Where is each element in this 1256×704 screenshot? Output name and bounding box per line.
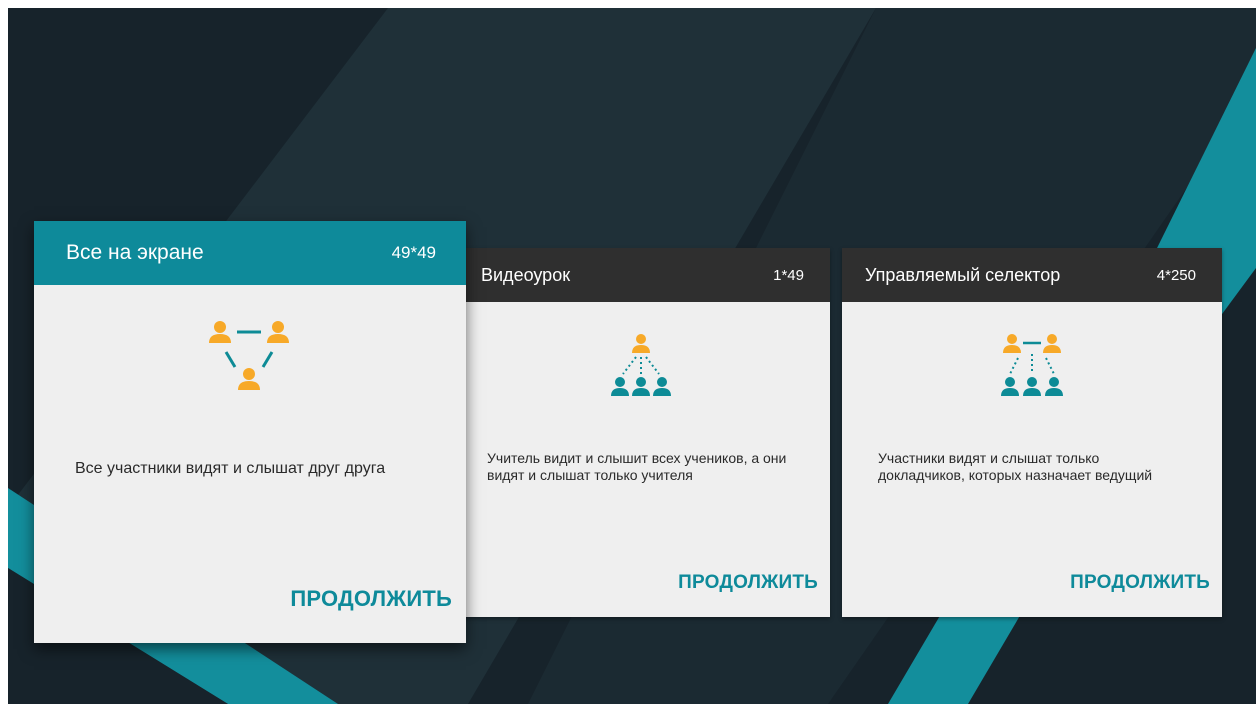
mode-card-all-on-screen[interactable]: Все на экране 49*49 Все участники видят … [34,221,466,643]
speakers-audience-icon [1001,334,1063,396]
card-title: Управляемый селектор [865,264,1061,285]
continue-button[interactable]: ПРОДОЛЖИТЬ [678,572,818,594]
continue-button[interactable]: ПРОДОЛЖИТЬ [1070,572,1210,594]
mode-card-managed-selector[interactable]: Управляемый селектор 4*250 Участники вид… [842,248,1222,617]
participant-count: 4*250 [1156,266,1196,284]
mode-description: Участники видят и слышат только докладчи… [878,450,1153,483]
card-header: Управляемый селектор 4*250 [842,248,1222,302]
card-title: Видеоурок [481,264,571,285]
mode-description: Все участники видят и слышат друг друга [75,460,386,477]
participant-count: 49*49 [391,243,436,262]
card-header: Все на экране 49*49 [34,221,466,285]
continue-button[interactable]: ПРОДОЛЖИТЬ [290,586,452,612]
teacher-students-icon [611,334,671,396]
mode-description: Учитель видит и слышит всех учеников, а … [487,450,787,483]
card-title: Все на экране [66,241,204,264]
mode-selection-screen: Все на экране 49*49 Все участники видят … [8,8,1256,704]
card-header: Видеоурок 1*49 [458,248,830,302]
triangle-participants-icon [209,321,289,390]
mode-card-video-lesson[interactable]: Видеоурок 1*49 Учитель видит и слышит вс… [458,248,830,617]
participant-count: 1*49 [773,266,804,284]
